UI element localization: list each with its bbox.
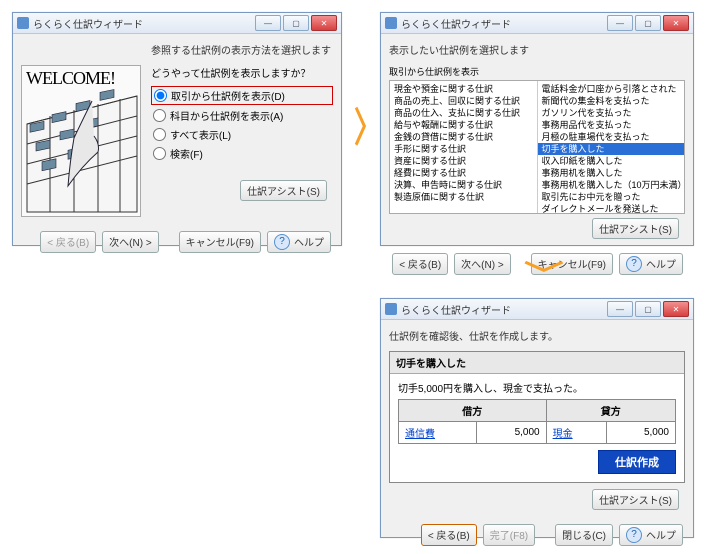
credit-amount: 5,000: [606, 422, 675, 444]
list-item[interactable]: 事務用机を購入した: [538, 167, 685, 179]
option-search[interactable]: 検索(F): [151, 145, 333, 162]
credit-header: 貸方: [546, 400, 675, 422]
window-title: らくらく仕訳ウィザード: [401, 302, 511, 317]
app-icon: [385, 17, 397, 29]
list-item[interactable]: ダイレクトメールを発送した: [538, 203, 685, 213]
debit-header: 借方: [399, 400, 547, 422]
list-item[interactable]: 金銭の貸借に関する仕訳: [390, 131, 537, 143]
debit-account-link[interactable]: 通信費: [405, 429, 435, 440]
create-journal-button[interactable]: 仕訳作成: [598, 450, 676, 474]
radio-by-transaction[interactable]: [154, 89, 167, 102]
category-list[interactable]: 現金や預金に関する仕訳商品の売上、回収に関する仕訳商品の仕入、支払に関する仕訳給…: [390, 81, 538, 213]
close-window-button[interactable]: 閉じる(C): [555, 524, 613, 546]
journal-table: 借方 貸方 通信費 5,000 現金 5,000: [398, 399, 676, 444]
app-icon: [17, 17, 29, 29]
help-button[interactable]: ?ヘルプ: [619, 524, 683, 546]
list-item[interactable]: 資産に関する仕訳: [390, 155, 537, 167]
close-button[interactable]: ✕: [311, 15, 337, 31]
list-item[interactable]: 手形に関する仕訳: [390, 143, 537, 155]
back-button[interactable]: < 戻る(B): [40, 231, 96, 253]
option-show-all[interactable]: すべて表示(L): [151, 126, 333, 143]
cancel-button[interactable]: キャンセル(F9): [179, 231, 261, 253]
welcome-illustration: WELCOME!: [21, 65, 141, 217]
arrow-right-icon: 〉: [354, 108, 382, 148]
minimize-button[interactable]: —: [607, 15, 633, 31]
page-subtitle: 仕訳例を確認後、仕訳を作成します。: [389, 328, 685, 343]
list-item[interactable]: 新聞代の集金料を支払った: [538, 95, 685, 107]
example-description: 切手5,000円を購入し、現金で支払った。: [398, 380, 676, 395]
maximize-button[interactable]: ▢: [635, 15, 661, 31]
help-button[interactable]: ?ヘルプ: [267, 231, 331, 253]
done-button[interactable]: 完了(F8): [483, 524, 535, 546]
list-item[interactable]: 電話料金が口座から引落とされた: [538, 83, 685, 95]
list-item[interactable]: ガソリン代を支払った: [538, 107, 685, 119]
help-button[interactable]: ?ヘルプ: [619, 253, 683, 275]
option-by-account[interactable]: 科目から仕訳例を表示(A): [151, 107, 333, 124]
list-item[interactable]: 現金や預金に関する仕訳: [390, 83, 537, 95]
window-title: らくらく仕訳ウィザード: [33, 16, 143, 31]
example-title: 切手を購入した: [390, 352, 684, 374]
page-subtitle: 表示したい仕訳例を選択します: [389, 42, 685, 57]
list-item[interactable]: 収入印紙を購入した: [538, 155, 685, 167]
help-label: ヘルプ: [294, 238, 324, 249]
radio-search[interactable]: [153, 147, 166, 160]
help-label: ヘルプ: [646, 260, 676, 271]
example-list[interactable]: 電話料金が口座から引落とされた新聞代の集金料を支払ったガソリン代を支払った事務用…: [538, 81, 685, 213]
radio-show-all[interactable]: [153, 128, 166, 141]
option-label: 検索(F): [170, 146, 203, 161]
list-item[interactable]: 製造原価に関する仕訳: [390, 191, 537, 203]
help-label: ヘルプ: [646, 531, 676, 542]
option-label: 科目から仕訳例を表示(A): [170, 108, 283, 123]
list-item[interactable]: 事務用机を購入した（10万円未満）: [538, 179, 685, 191]
window-title: らくらく仕訳ウィザード: [401, 16, 511, 31]
list-item[interactable]: 給与や報酬に関する仕訳: [390, 119, 537, 131]
list-item[interactable]: 事務用品代を支払った: [538, 119, 685, 131]
option-by-transaction[interactable]: 取引から仕訳例を表示(D): [151, 86, 333, 105]
list-item[interactable]: 経費に関する仕訳: [390, 167, 537, 179]
table-row: 通信費 5,000 現金 5,000: [399, 422, 676, 444]
close-button[interactable]: ✕: [663, 15, 689, 31]
radio-by-account[interactable]: [153, 109, 166, 122]
next-button[interactable]: 次へ(N) >: [454, 253, 511, 275]
list-item[interactable]: 取引先にお中元を贈った: [538, 191, 685, 203]
assist-button[interactable]: 仕訳アシスト(S): [240, 180, 327, 201]
assist-button[interactable]: 仕訳アシスト(S): [592, 489, 679, 510]
options-question: どうやって仕訳例を表示しますか？: [151, 65, 333, 80]
back-button[interactable]: < 戻る(B): [421, 524, 477, 546]
debit-amount: 5,000: [477, 422, 546, 444]
list-item[interactable]: 切手を購入した: [538, 143, 685, 155]
back-button[interactable]: < 戻る(B): [392, 253, 448, 275]
category-label: 取引から仕訳例を表示: [389, 65, 685, 78]
minimize-button[interactable]: —: [255, 15, 281, 31]
minimize-button[interactable]: —: [607, 301, 633, 317]
assist-button[interactable]: 仕訳アシスト(S): [592, 218, 679, 239]
page-subtitle: 参照する仕訳例の表示方法を選択します: [151, 42, 333, 57]
next-button[interactable]: 次へ(N) >: [102, 231, 159, 253]
list-item[interactable]: 決算、申告時に関する仕訳: [390, 179, 537, 191]
arrow-down-icon: 〉: [522, 260, 562, 288]
option-label: 取引から仕訳例を表示(D): [171, 88, 285, 103]
maximize-button[interactable]: ▢: [635, 301, 661, 317]
close-button[interactable]: ✕: [663, 301, 689, 317]
app-icon: [385, 303, 397, 315]
list-item[interactable]: 月極の駐車場代を支払った: [538, 131, 685, 143]
maximize-button[interactable]: ▢: [283, 15, 309, 31]
credit-account-link[interactable]: 現金: [553, 429, 573, 440]
option-label: すべて表示(L): [170, 127, 231, 142]
list-item[interactable]: 商品の仕入、支払に関する仕訳: [390, 107, 537, 119]
list-item[interactable]: 商品の売上、回収に関する仕訳: [390, 95, 537, 107]
